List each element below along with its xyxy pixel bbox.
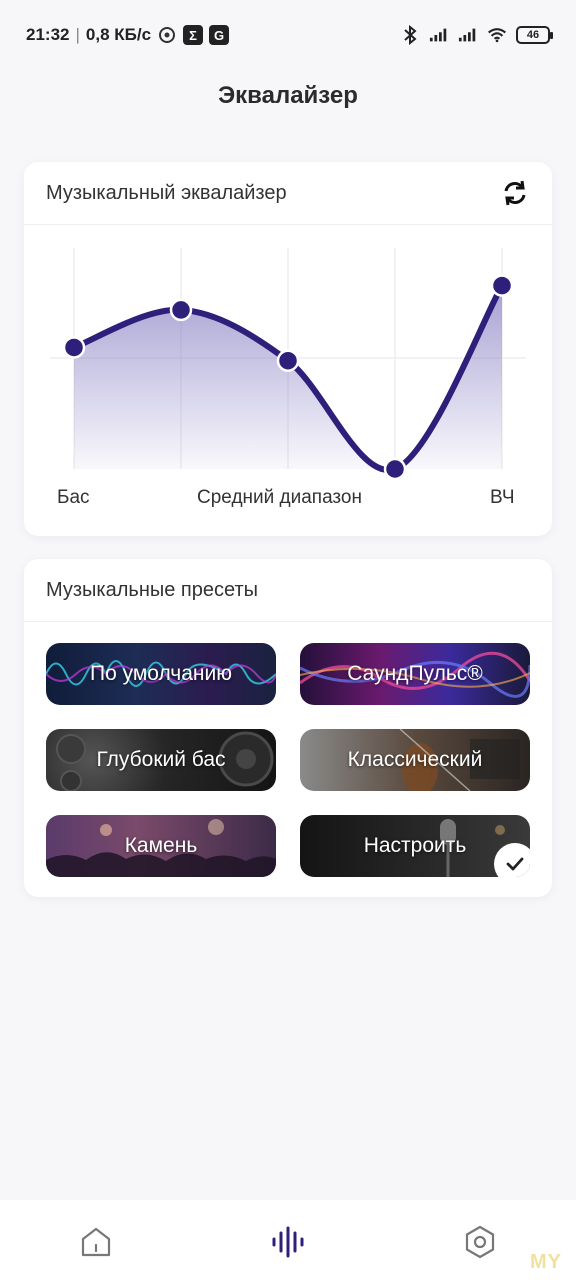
label-treble: ВЧ bbox=[490, 487, 515, 508]
preset-deep-bass[interactable]: Глубокий бас bbox=[46, 729, 276, 791]
equalizer-labels: Бас Средний диапазон ВЧ bbox=[24, 487, 552, 511]
preset-default[interactable]: По умолчанию bbox=[46, 643, 276, 705]
nav-home[interactable] bbox=[76, 1222, 116, 1262]
eq-band-handle-5[interactable] bbox=[490, 274, 514, 297]
status-left: 21:32 | 0,8 КБ/с Σ G bbox=[26, 25, 230, 45]
signal-2-icon bbox=[458, 25, 478, 45]
preset-custom-label: Настроить bbox=[363, 834, 467, 857]
label-bass: Бас bbox=[57, 487, 90, 508]
preset-soundpulse-label: СаундПульс® bbox=[347, 662, 483, 685]
sigma-icon: Σ bbox=[183, 25, 204, 45]
home-icon bbox=[81, 1227, 111, 1257]
checkmark-icon bbox=[506, 857, 524, 871]
equalizer-card: Музыкальный эквалайзер Бас Средний диапа… bbox=[24, 162, 552, 536]
watermark: MY bbox=[530, 1251, 562, 1273]
preset-custom[interactable]: Настроить bbox=[300, 815, 530, 877]
reset-button[interactable] bbox=[500, 178, 530, 208]
status-bar: 21:32 | 0,8 КБ/с Σ G 46 bbox=[0, 0, 576, 70]
eq-band-handle-4[interactable] bbox=[383, 457, 407, 481]
eq-band-handle-3[interactable] bbox=[276, 349, 300, 372]
network-speed: 0,8 КБ/с bbox=[85, 25, 152, 44]
preset-classic[interactable]: Классический bbox=[300, 729, 530, 791]
sound-wave-icon bbox=[272, 1226, 304, 1258]
equalizer-header: Музыкальный эквалайзер bbox=[24, 162, 552, 225]
presets-card: Музыкальные пресеты По умолчанию СаундПу… bbox=[24, 559, 552, 897]
wifi-icon bbox=[487, 25, 507, 45]
translate-icon: G bbox=[209, 25, 230, 45]
equalizer-title: Музыкальный эквалайзер bbox=[46, 181, 287, 204]
presets-header: Музыкальные пресеты bbox=[24, 559, 552, 622]
preset-default-label: По умолчанию bbox=[89, 662, 233, 685]
sync-icon bbox=[157, 25, 177, 45]
selected-check-badge bbox=[494, 843, 530, 877]
nav-settings[interactable] bbox=[460, 1222, 500, 1262]
separator: | bbox=[75, 25, 80, 44]
nav-equalizer[interactable] bbox=[268, 1222, 308, 1262]
eq-band-handle-2[interactable] bbox=[169, 298, 193, 322]
bottom-navigation: MY bbox=[0, 1200, 576, 1280]
presets-title: Музыкальные пресеты bbox=[46, 578, 259, 601]
preset-deep-bass-label: Глубокий бас bbox=[96, 748, 226, 771]
label-mid: Средний диапазон bbox=[197, 487, 362, 508]
page-title: Эквалайзер bbox=[218, 82, 358, 109]
refresh-icon bbox=[504, 180, 526, 206]
clock: 21:32 bbox=[26, 25, 70, 44]
battery-indicator: 46 bbox=[516, 26, 553, 44]
settings-hexagon-icon bbox=[465, 1225, 495, 1259]
bluetooth-icon bbox=[400, 25, 420, 45]
eq-band-handle-1[interactable] bbox=[62, 336, 86, 359]
preset-rock-label: Камень bbox=[124, 834, 198, 857]
preset-rock[interactable]: Камень bbox=[46, 815, 276, 877]
preset-classic-label: Классический bbox=[347, 748, 483, 771]
preset-soundpulse[interactable]: СаундПульс® bbox=[300, 643, 530, 705]
presets-grid: По умолчанию СаундПульс® Глубокий бас Кл… bbox=[46, 643, 530, 877]
status-right: 46 bbox=[400, 25, 553, 45]
signal-1-icon bbox=[429, 25, 449, 45]
